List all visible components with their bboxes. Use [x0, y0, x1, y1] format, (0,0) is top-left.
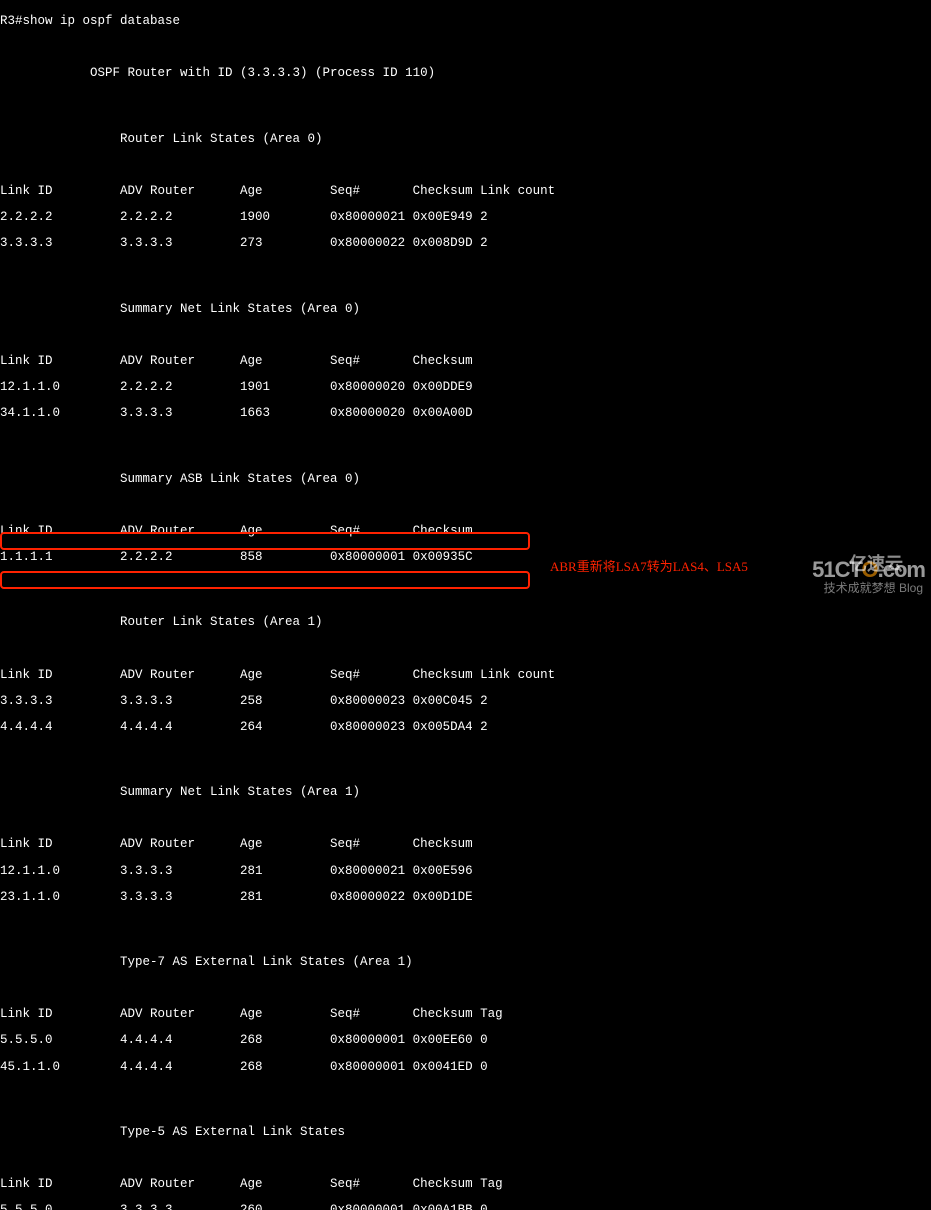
table-row: 4.4.4.4 4.4.4.4 264 0x80000023 0x005DA4 …	[0, 721, 931, 734]
table-row: 23.1.1.0 3.3.3.3 281 0x80000022 0x00D1DE	[0, 891, 931, 904]
table-row: 1.1.1.1 2.2.2.2 858 0x80000001 0x00935C	[0, 551, 931, 564]
section-cols: Link ID ADV Router Age Seq# Checksum Tag	[0, 1008, 931, 1021]
command-line: R3#show ip ospf database	[0, 15, 931, 28]
watermark-yisu: 亿速云	[849, 555, 903, 574]
prompt: R3#	[0, 14, 23, 28]
table-row: 12.1.1.0 2.2.2.2 1901 0x80000020 0x00DDE…	[0, 381, 931, 394]
watermark-sub: 技术成就梦想 Blog	[824, 582, 923, 595]
table-row: 45.1.1.0 4.4.4.4 268 0x80000001 0x0041ED…	[0, 1061, 931, 1074]
section-cols: Link ID ADV Router Age Seq# Checksum	[0, 838, 931, 851]
section-title: Summary Net Link States (Area 0)	[0, 303, 931, 316]
section-title: Summary ASB Link States (Area 0)	[0, 473, 931, 486]
section-title: Router Link States (Area 1)	[0, 616, 931, 629]
section-cols: Link ID ADV Router Age Seq# Checksum	[0, 355, 931, 368]
section-title: Summary Net Link States (Area 1)	[0, 786, 931, 799]
section-title: Type-7 AS External Link States (Area 1)	[0, 956, 931, 969]
section-cols: Link ID ADV Router Age Seq# Checksum Tag	[0, 1178, 931, 1191]
ospf-header: OSPF Router with ID (3.3.3.3) (Process I…	[0, 67, 931, 80]
section-title: Router Link States (Area 0)	[0, 133, 931, 146]
table-row: 34.1.1.0 3.3.3.3 1663 0x80000020 0x00A00…	[0, 407, 931, 420]
section-cols: Link ID ADV Router Age Seq# Checksum	[0, 525, 931, 538]
table-row: 3.3.3.3 3.3.3.3 273 0x80000022 0x008D9D …	[0, 237, 931, 250]
table-row: 2.2.2.2 2.2.2.2 1900 0x80000021 0x00E949…	[0, 211, 931, 224]
section-cols: Link ID ADV Router Age Seq# Checksum Lin…	[0, 185, 931, 198]
section-cols: Link ID ADV Router Age Seq# Checksum Lin…	[0, 669, 931, 682]
table-row: 5.5.5.0 4.4.4.4 268 0x80000001 0x00EE60 …	[0, 1034, 931, 1047]
command: show ip ospf database	[23, 14, 181, 28]
section-title: Type-5 AS External Link States	[0, 1126, 931, 1139]
annotation-text: ABR重新将LSA7转为LAS4、LSA5	[550, 560, 748, 574]
terminal-output: R3#show ip ospf database OSPF Router wit…	[0, 0, 931, 1210]
table-row: 5.5.5.0 3.3.3.3 260 0x80000001 0x00A1BB …	[0, 1204, 931, 1210]
table-row: 12.1.1.0 3.3.3.3 281 0x80000021 0x00E596	[0, 865, 931, 878]
table-row: 3.3.3.3 3.3.3.3 258 0x80000023 0x00C045 …	[0, 695, 931, 708]
